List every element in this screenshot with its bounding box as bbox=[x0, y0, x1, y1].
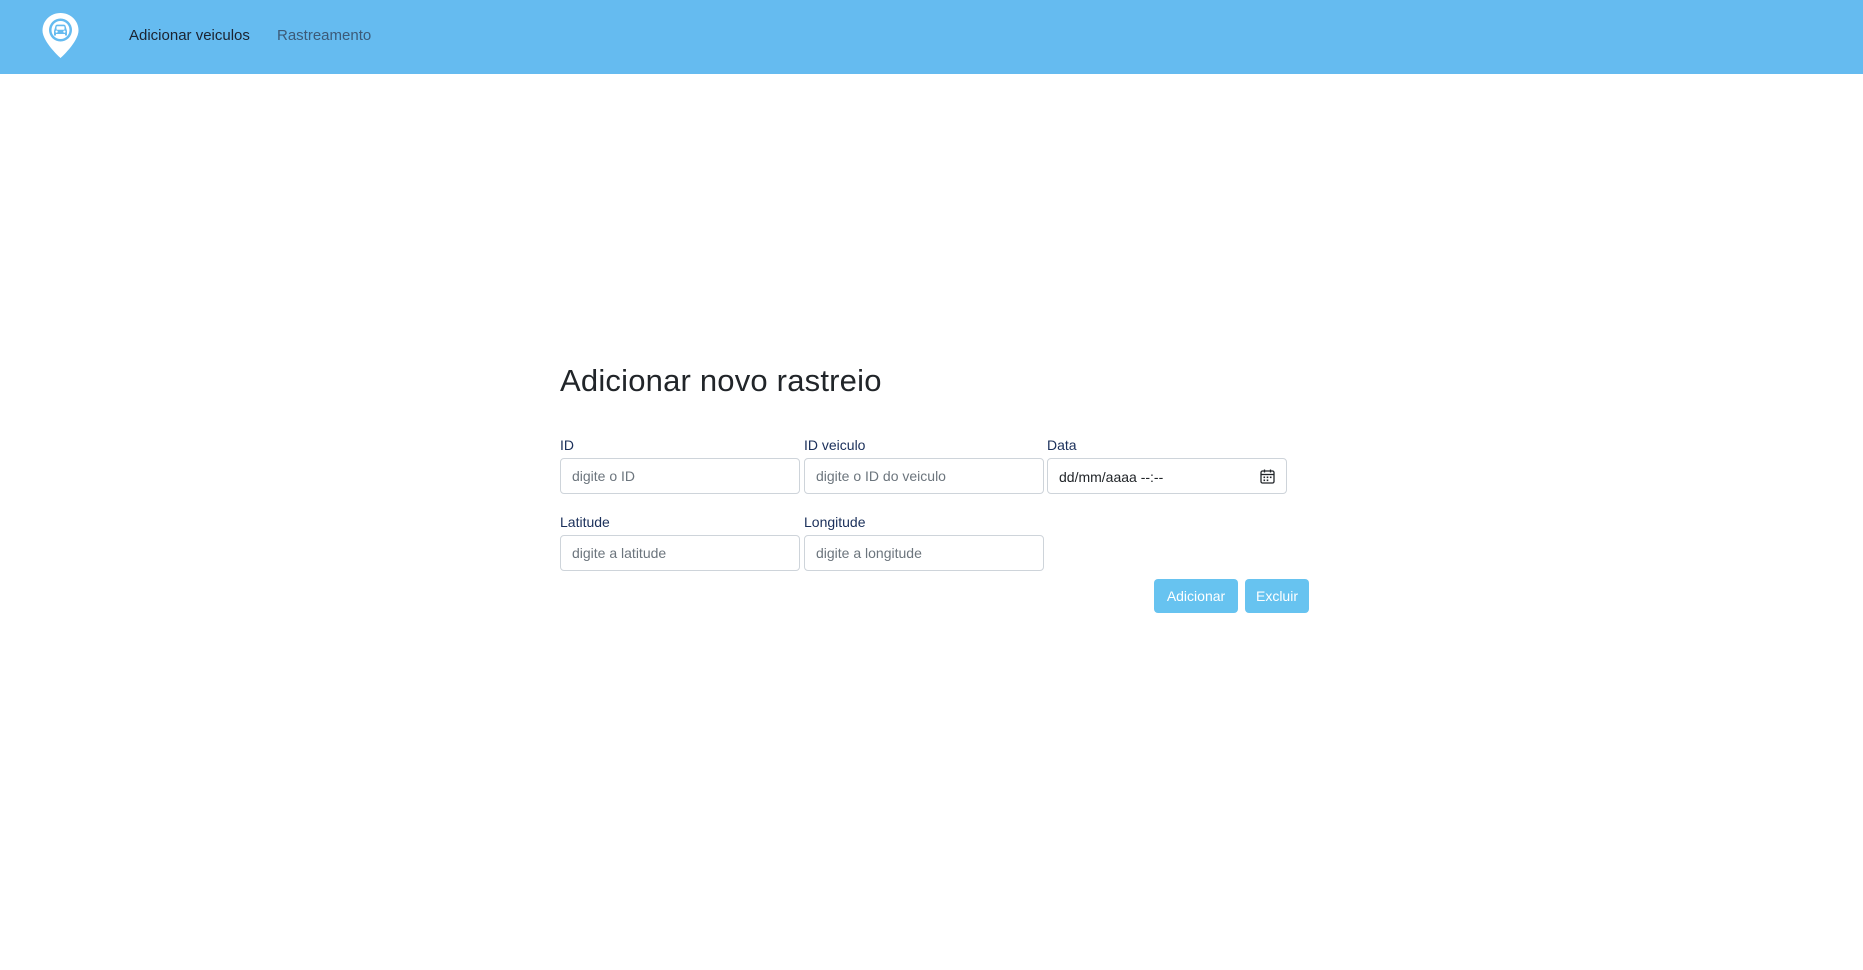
top-navbar: Adicionar veiculos Rastreamento bbox=[0, 0, 1863, 74]
page-title: Adicionar novo rastreio bbox=[560, 363, 882, 398]
date-label: Data bbox=[1047, 437, 1077, 453]
id-input[interactable] bbox=[560, 458, 800, 494]
delete-button[interactable]: Excluir bbox=[1245, 579, 1309, 613]
longitude-label: Longitude bbox=[804, 514, 866, 530]
nav-link-adicionar-veiculos[interactable]: Adicionar veiculos bbox=[129, 27, 250, 45]
date-value: dd/mm/aaaa --:-- bbox=[1059, 469, 1164, 485]
nav-link-rastreamento[interactable]: Rastreamento bbox=[277, 27, 371, 45]
add-button[interactable]: Adicionar bbox=[1154, 579, 1238, 613]
vehicle-id-label: ID veiculo bbox=[804, 437, 866, 453]
longitude-input[interactable] bbox=[804, 535, 1044, 571]
vehicle-id-input[interactable] bbox=[804, 458, 1044, 494]
car-location-pin-icon[interactable] bbox=[41, 12, 80, 59]
id-label: ID bbox=[560, 437, 574, 453]
date-input[interactable]: dd/mm/aaaa --:-- bbox=[1047, 458, 1287, 494]
latitude-label: Latitude bbox=[560, 514, 610, 530]
latitude-input[interactable] bbox=[560, 535, 800, 571]
calendar-icon[interactable] bbox=[1260, 469, 1275, 484]
